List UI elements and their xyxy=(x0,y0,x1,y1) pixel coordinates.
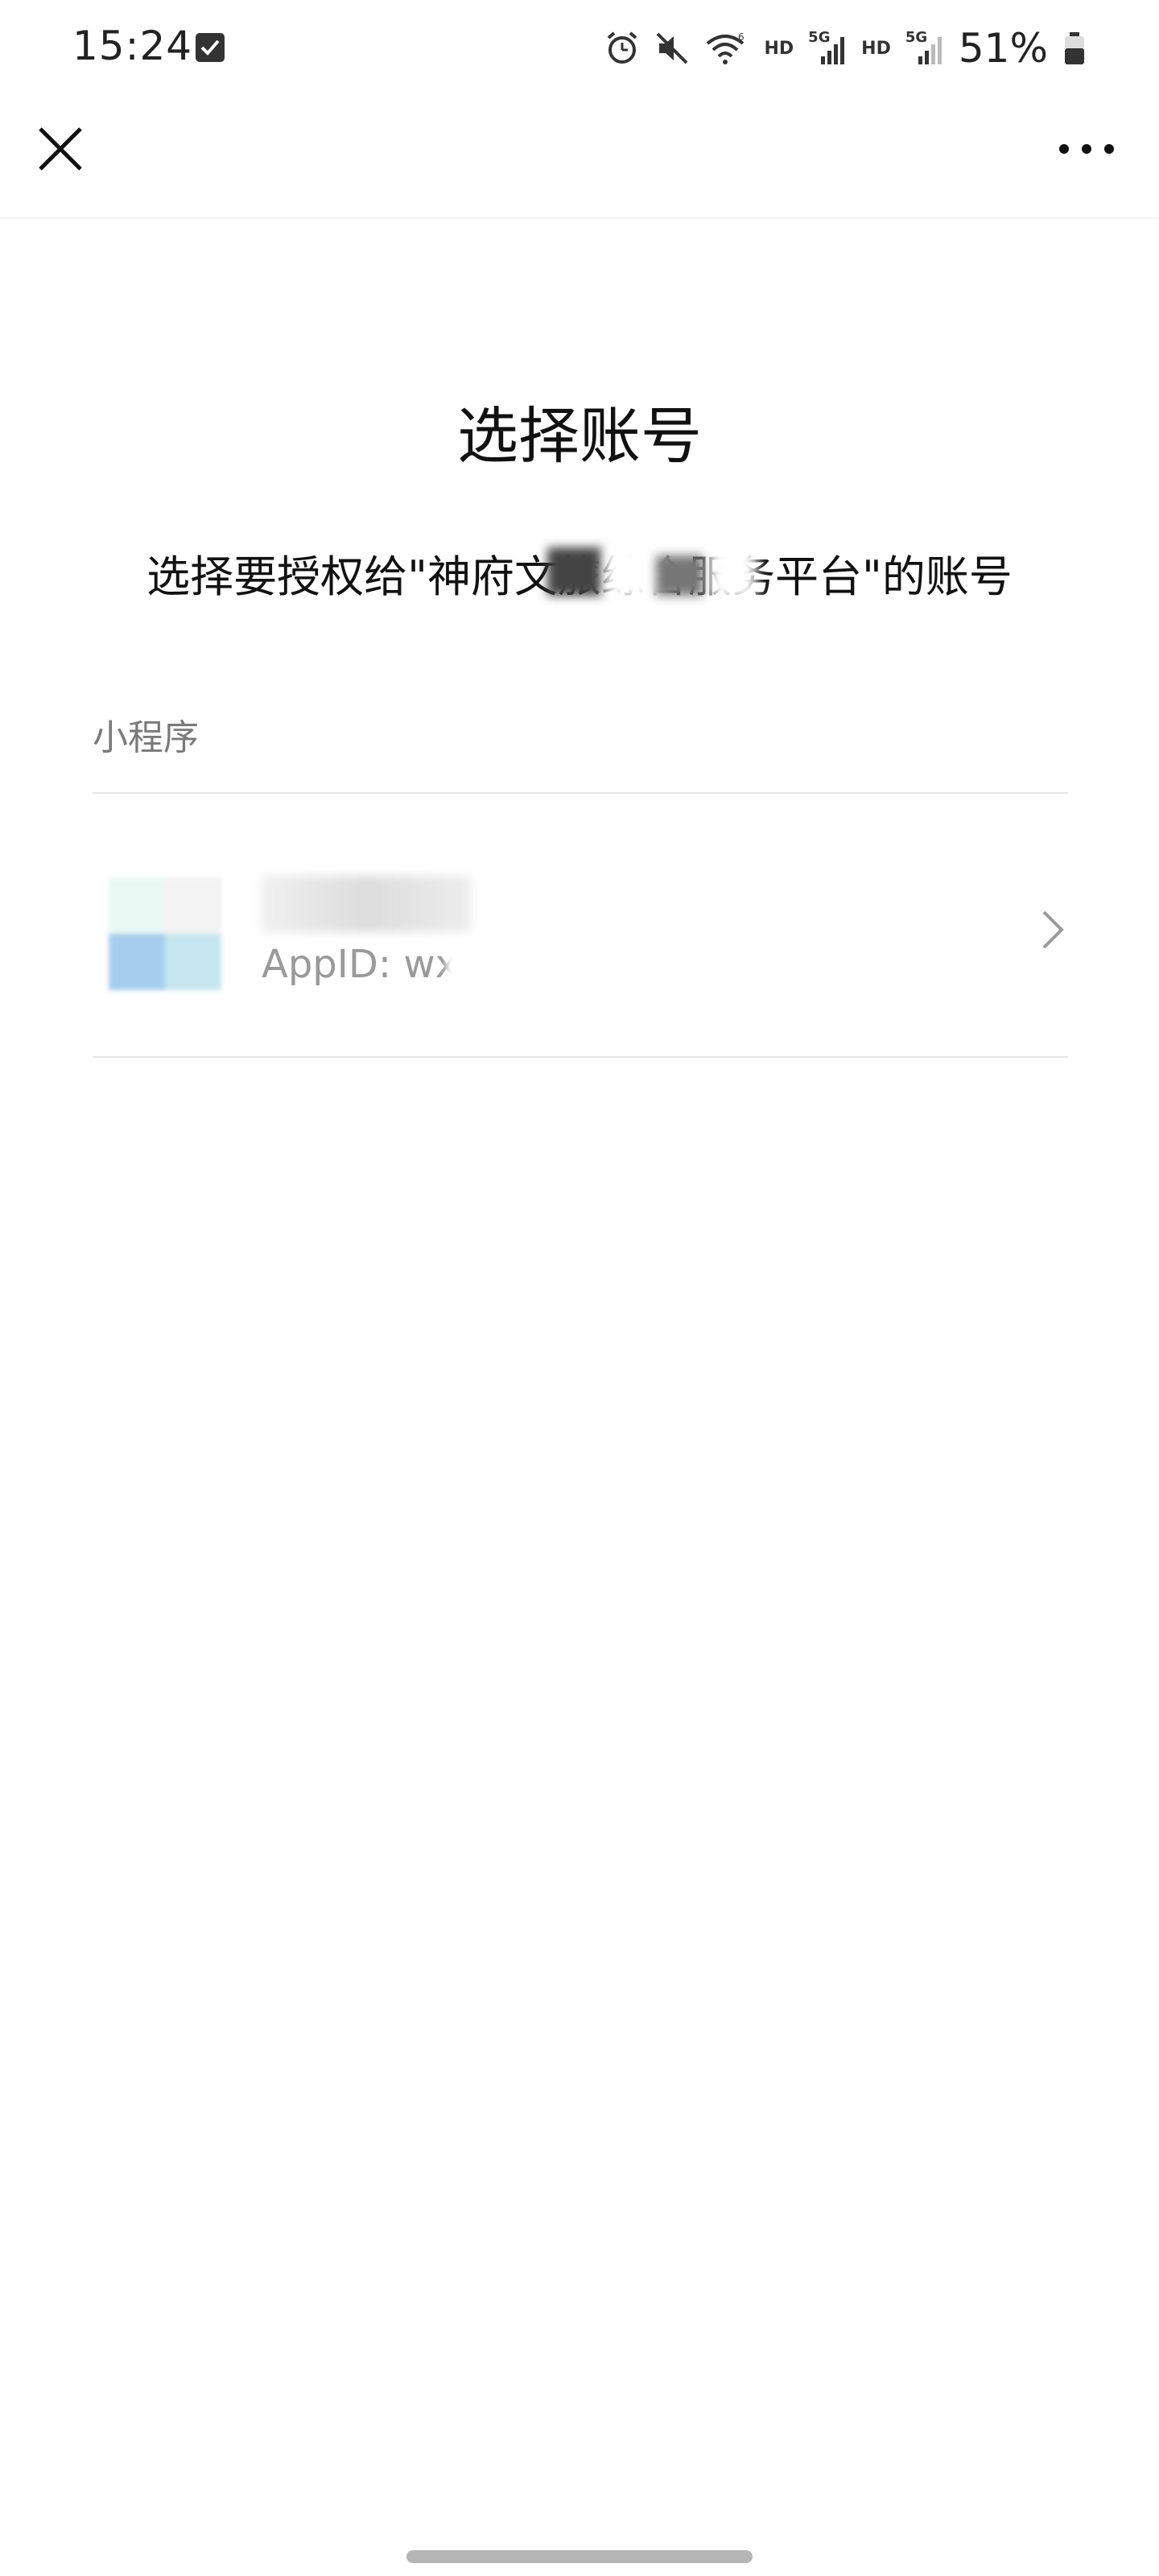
svg-text:6: 6 xyxy=(738,31,744,43)
account-list-item[interactable]: AppID: wx4 0158922 xyxy=(93,805,1068,1055)
hd-label: HD xyxy=(764,38,794,59)
top-bar xyxy=(0,97,1159,219)
battery-percent: 51% xyxy=(958,25,1048,72)
signal-5g-icon-2: 5G xyxy=(905,29,944,66)
section-label-mini-program: 小程序 xyxy=(93,717,199,758)
account-avatar xyxy=(109,877,221,990)
status-bar: 15:24 6 HD 5G HD 5G 51% xyxy=(0,0,1159,97)
redaction-mark xyxy=(656,555,704,596)
home-indicator[interactable] xyxy=(406,2550,753,2563)
chevron-right-icon xyxy=(1042,910,1064,949)
close-icon[interactable] xyxy=(32,121,89,177)
hd-label-2: HD xyxy=(861,38,891,59)
account-name-redacted xyxy=(262,876,471,932)
page: 15:24 6 HD 5G HD 5G 51% 选择账号 小程序 AppID: … xyxy=(0,0,1159,2576)
checkbox-notification-icon xyxy=(196,33,225,62)
more-icon[interactable] xyxy=(1054,129,1119,169)
signal-5g-icon: 5G xyxy=(808,29,847,66)
mute-icon xyxy=(657,32,688,64)
redaction-mark xyxy=(547,547,604,596)
alarm-icon xyxy=(608,31,637,64)
status-icons: 6 HD 5G HD 5G 51% xyxy=(604,24,1087,72)
divider xyxy=(93,1056,1068,1058)
divider xyxy=(93,792,1068,794)
wifi-icon: 6 xyxy=(707,31,744,64)
page-title: 选择账号 xyxy=(457,400,702,472)
status-time: 15:24 xyxy=(72,23,193,69)
appid-redaction xyxy=(447,938,712,994)
redaction-mark xyxy=(708,543,757,600)
battery-icon xyxy=(1065,32,1084,64)
